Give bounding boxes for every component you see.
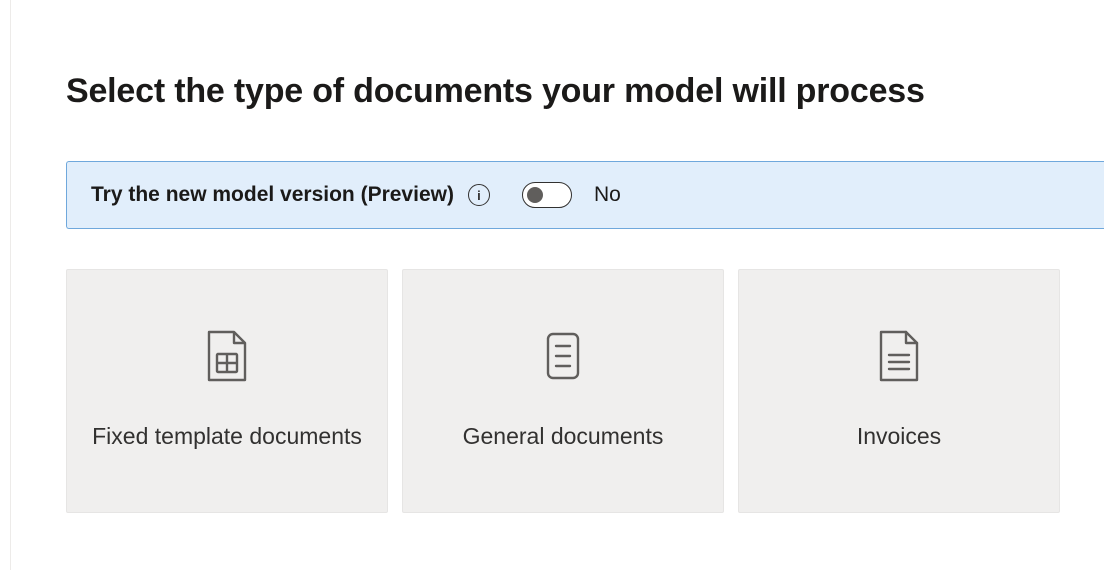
card-general-documents[interactable]: General documents [402,269,724,513]
card-invoices[interactable]: Invoices [738,269,1060,513]
preview-toggle[interactable] [522,182,572,208]
preview-label: Try the new model version (Preview) [91,183,454,207]
preview-toggle-state: No [594,183,621,207]
general-document-icon [540,329,586,383]
card-label: Invoices [857,421,941,452]
info-icon[interactable]: i [468,184,490,206]
card-fixed-template[interactable]: Fixed template documents [66,269,388,513]
fixed-template-document-icon [204,329,250,383]
main-content: Select the type of documents your model … [0,0,1104,513]
document-type-cards: Fixed template documents General documen… [66,269,1104,513]
toggle-thumb [527,187,543,203]
card-label: General documents [463,421,664,452]
invoice-document-icon [876,329,922,383]
page-title: Select the type of documents your model … [66,72,1104,111]
card-label: Fixed template documents [92,421,362,452]
preview-banner: Try the new model version (Preview) i No [66,161,1104,229]
vertical-divider [10,0,11,570]
